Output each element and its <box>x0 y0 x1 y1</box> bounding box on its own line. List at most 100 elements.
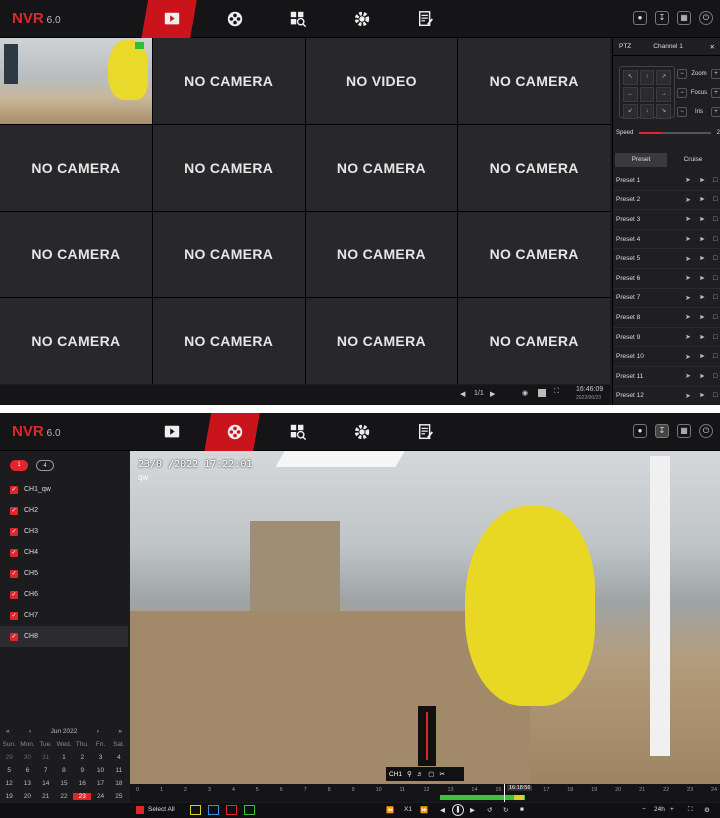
calendar-day[interactable]: 20 <box>18 793 36 800</box>
grid-icon[interactable]: ▦ <box>677 11 691 25</box>
step-forward-icon[interactable]: ▶ <box>470 806 475 814</box>
play-preset-icon[interactable]: ► <box>699 275 706 282</box>
camera-tile-1[interactable] <box>0 38 152 124</box>
delete-preset-icon[interactable]: □ <box>713 196 717 203</box>
step-back-icon[interactable]: ◀ <box>440 806 445 814</box>
next-page-icon[interactable]: ▶ <box>490 390 495 398</box>
replay-icon[interactable]: ↺ <box>487 806 492 814</box>
select-all-checkbox[interactable] <box>136 806 144 814</box>
prev-month-icon[interactable]: ‹ <box>29 728 31 735</box>
calendar-day[interactable]: 14 <box>37 780 55 787</box>
calendar-day[interactable]: 17 <box>91 780 109 787</box>
download-icon[interactable]: ↧ <box>655 11 669 25</box>
play-preset-icon[interactable]: ► <box>699 216 706 223</box>
ai-filter-icon[interactable] <box>208 805 219 815</box>
pin-icon[interactable]: ➤ <box>685 294 691 302</box>
pin-icon[interactable]: ➤ <box>685 215 691 223</box>
preset-row[interactable]: Preset 4 ➤ ► □ <box>613 230 720 250</box>
pin-icon[interactable]: ➤ <box>685 372 691 380</box>
delete-preset-icon[interactable]: □ <box>713 314 717 321</box>
power-icon[interactable]: ⏻ <box>699 424 713 438</box>
calendar-day[interactable]: 21 <box>37 793 55 800</box>
calendar-day[interactable]: 3 <box>91 754 109 761</box>
alarm-filter-icon[interactable] <box>226 805 237 815</box>
play-preset-icon[interactable]: ► <box>699 392 706 399</box>
fullscreen-icon[interactable]: ⛶ <box>688 806 693 814</box>
ptz-up[interactable]: ↑ <box>639 70 655 85</box>
bookmark-icon[interactable]: ▢ <box>428 770 434 778</box>
normal-filter-icon[interactable] <box>244 805 255 815</box>
checkbox-icon[interactable]: ✓ <box>10 548 18 557</box>
delete-preset-icon[interactable]: □ <box>713 177 717 184</box>
bell-icon[interactable]: ● <box>633 424 647 438</box>
preset-row[interactable]: Preset 12 ➤ ► □ <box>613 387 720 405</box>
nav-search[interactable] <box>266 413 330 451</box>
camera-tile[interactable]: NO CAMERA <box>305 124 458 211</box>
ptz-right[interactable]: → <box>656 87 671 102</box>
checkbox-icon[interactable]: ✓ <box>10 485 18 494</box>
layout-1-button[interactable]: 1 <box>10 460 28 471</box>
prev-page-icon[interactable]: ◀ <box>460 390 465 398</box>
calendar-day[interactable]: 18 <box>110 780 128 787</box>
channel-item[interactable]: ✓ CH6 <box>0 584 128 605</box>
calendar-day[interactable]: 6 <box>18 767 36 774</box>
camera-tile[interactable]: NO CAMERA <box>305 211 458 298</box>
camera-tile[interactable]: NO CAMERA <box>305 298 458 384</box>
download-icon[interactable]: ↧ <box>655 424 669 438</box>
calendar-day[interactable]: 24 <box>91 793 109 800</box>
delete-preset-icon[interactable]: □ <box>713 392 717 399</box>
camera-tile[interactable]: NO CAMERA <box>458 38 610 124</box>
checkbox-icon[interactable]: ✓ <box>10 590 18 599</box>
calendar-day[interactable]: 5 <box>0 767 18 774</box>
iris-close-button[interactable]: − <box>677 107 687 117</box>
preset-row[interactable]: Preset 7 ➤ ► □ <box>613 289 720 309</box>
nav-playback[interactable] <box>203 413 267 451</box>
calendar-day[interactable]: 9 <box>73 767 91 774</box>
checkbox-icon[interactable]: ✓ <box>10 527 18 536</box>
timeline[interactable]: 0123456789101112131415161718192021222324… <box>130 784 720 802</box>
channel-item[interactable]: ✓ CH3 <box>0 521 128 542</box>
play-preset-icon[interactable]: ► <box>699 373 706 380</box>
preset-row[interactable]: Preset 6 ➤ ► □ <box>613 269 720 289</box>
preset-row[interactable]: Preset 1 ➤ ► □ <box>613 171 720 191</box>
pin-icon[interactable]: ➤ <box>685 313 691 321</box>
motion-filter-icon[interactable] <box>190 805 201 815</box>
calendar-day[interactable]: 12 <box>0 780 18 787</box>
checkbox-icon[interactable]: ✓ <box>10 632 18 641</box>
zoom-out-timeline-icon[interactable]: − <box>642 806 646 813</box>
calendar-day[interactable]: 4 <box>110 754 128 761</box>
preset-row[interactable]: Preset 9 ➤ ► □ <box>613 328 720 348</box>
camera-tile[interactable]: NO CAMERA <box>0 124 152 211</box>
camera-tile[interactable]: NO CAMERA <box>152 124 305 211</box>
nav-settings[interactable] <box>330 413 394 451</box>
play-preset-icon[interactable]: ► <box>699 314 706 321</box>
nav-live-view[interactable] <box>140 0 204 38</box>
calendar-day[interactable]: 7 <box>37 767 55 774</box>
camera-tile[interactable]: NO CAMERA <box>0 298 152 384</box>
preset-row[interactable]: Preset 8 ➤ ► □ <box>613 308 720 328</box>
calendar-day[interactable]: 29 <box>0 754 18 761</box>
delete-preset-icon[interactable]: □ <box>713 373 717 380</box>
next-year-icon[interactable]: » <box>118 728 122 735</box>
time-range-select[interactable]: 24h <box>654 806 665 813</box>
fullscreen-icon[interactable]: ⛶ <box>554 388 559 396</box>
pause-icon[interactable]: ❚ <box>452 804 464 816</box>
nav-maintenance[interactable] <box>394 413 458 451</box>
close-icon[interactable]: ✕ <box>710 43 715 51</box>
delete-preset-icon[interactable]: □ <box>713 255 717 262</box>
layout-4-button[interactable]: 4 <box>36 460 54 471</box>
delete-preset-icon[interactable]: □ <box>713 294 717 301</box>
calendar-day[interactable]: 15 <box>55 780 73 787</box>
tab-preset[interactable]: Preset <box>615 153 667 167</box>
calendar-day[interactable]: 30 <box>18 754 36 761</box>
delete-preset-icon[interactable]: □ <box>713 275 717 282</box>
ptz-down-left[interactable]: ↙ <box>623 104 638 119</box>
camera-tile[interactable]: NO CAMERA <box>152 211 305 298</box>
playback-video[interactable]: 23/0 /2022 17:22:01 qw CH1 ⚲ ♬ ▢ ✂ <box>130 451 720 784</box>
calendar-day[interactable]: 16 <box>73 780 91 787</box>
calendar-day[interactable]: 31 <box>37 754 55 761</box>
grid-icon[interactable]: ▦ <box>677 424 691 438</box>
play-preset-icon[interactable]: ► <box>699 196 706 203</box>
nav-live-view[interactable] <box>140 413 204 451</box>
preset-row[interactable]: Preset 10 ➤ ► □ <box>613 347 720 367</box>
